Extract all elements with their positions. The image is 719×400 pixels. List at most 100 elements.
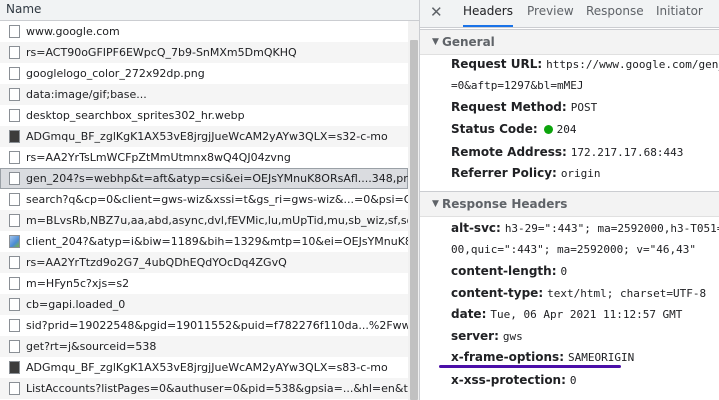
document-icon [9, 109, 20, 122]
collapse-triangle-icon: ▼ [432, 199, 439, 209]
document-icon [9, 340, 20, 353]
request-rows: www.google.com rs=ACT90oGFIPF6EWpcQ_7b9-… [0, 21, 408, 399]
request-name: search?q&cp=0&client=gws-wiz&xssi=t&gs_r… [26, 193, 408, 206]
document-icon [9, 46, 20, 59]
document-icon [9, 382, 20, 395]
x-xss-protection-value: 0 [569, 374, 577, 387]
referrer-policy-key: Referrer Policy: [451, 166, 557, 180]
content-length-row: content-length: 0 [451, 264, 567, 278]
request-name: m=HFyn5c?xjs=s2 [26, 277, 130, 290]
request-details-panel: ✕ Headers Preview Response Initiator ▼ G… [420, 0, 719, 400]
request-name: rs=ACT90oGFIPF6EWpcQ_7b9-SnMXm5DmQKHQ [26, 46, 297, 59]
request-method-row: Request Method: POST [451, 100, 597, 114]
status-code-value: 204 [556, 123, 577, 136]
general-section-title: General [442, 35, 495, 49]
x-frame-options-value: SAMEORIGIN [568, 351, 635, 364]
x-frame-options-key: x-frame-options: [451, 350, 564, 364]
alt-svc-continued: 00,quic=":443"; ma=2592000; v="46,43" [451, 243, 697, 256]
request-method-key: Request Method: [451, 100, 567, 114]
tab-initiator[interactable]: Initiator [656, 0, 703, 27]
request-name: rs=AA2YrTtzd9o2G7_4ubQDhEQdYOcDq4ZGvQ [26, 256, 287, 269]
response-headers-section-title: Response Headers [442, 197, 568, 211]
request-row[interactable]: www.google.com [0, 21, 408, 42]
document-icon [9, 193, 20, 206]
annotation-underline [439, 365, 621, 368]
document-icon [9, 319, 20, 332]
request-name: rs=AA2YrTsLmWCFpZtMmUtmnx8wQ4QJ04zvng [26, 151, 291, 164]
document-icon [9, 88, 20, 101]
remote-address-row: Remote Address: 172.217.17.68:443 [451, 145, 683, 159]
date-key: date: [451, 307, 487, 321]
request-row[interactable]: m=HFyn5c?xjs=s2 [0, 273, 408, 294]
request-name: cb=gapi.loaded_0 [26, 298, 126, 311]
alt-svc-row: alt-svc: h3-29=":443"; ma=2592000,h3-T051… [451, 221, 719, 235]
request-row[interactable]: sid?prid=19022548&pgid=19011552&puid=f78… [0, 315, 408, 336]
request-name: desktop_searchbox_sprites302_hr.webp [26, 109, 245, 122]
request-row[interactable]: cb=gapi.loaded_0 [0, 294, 408, 315]
document-icon [9, 67, 20, 80]
scrollbar-thumb[interactable] [410, 40, 418, 400]
tab-response[interactable]: Response [586, 0, 644, 27]
content-type-row: content-type: text/html; charset=UTF-8 [451, 286, 706, 300]
general-section-header[interactable]: ▼ General [420, 29, 719, 55]
document-icon [9, 25, 20, 38]
request-url-row: Request URL:https://www.google.com/gen_2… [451, 57, 719, 71]
request-row[interactable]: rs=AA2YrTtzd9o2G7_4ubQDhEQdYOcDq4ZGvQ [0, 252, 408, 273]
request-name: ADGmqu_BF_zglKgK1AX53vE8jrgjJueWcAM2yAYw… [26, 361, 388, 374]
request-row[interactable]: get?rt=j&sourceid=538 [0, 336, 408, 357]
document-icon [9, 214, 20, 227]
request-row[interactable]: ADGmqu_BF_zglKgK1AX53vE8jrgjJueWcAM2yAYw… [0, 126, 408, 147]
request-row[interactable]: googlelogo_color_272x92dp.png [0, 63, 408, 84]
name-column-label: Name [6, 2, 42, 16]
request-row[interactable]: rs=ACT90oGFIPF6EWpcQ_7b9-SnMXm5DmQKHQ [0, 42, 408, 63]
status-success-dot-icon [543, 125, 553, 134]
request-name: ADGmqu_BF_zglKgK1AX53vE8jrgjJueWcAM2yAYw… [26, 130, 388, 143]
request-name: googlelogo_color_272x92dp.png [26, 67, 205, 80]
request-url-value: https://www.google.com/gen_204 [546, 58, 719, 71]
request-row[interactable]: rs=AA2YrTsLmWCFpZtMmUtmnx8wQ4QJ04zvng [0, 147, 408, 168]
x-frame-options-row: x-frame-options: SAMEORIGIN [451, 350, 634, 364]
response-headers-section-header[interactable]: ▼ Response Headers [420, 191, 719, 217]
image-icon [9, 130, 20, 143]
document-icon [9, 277, 20, 290]
request-name: get?rt=j&sourceid=538 [26, 340, 157, 353]
request-row[interactable]: search?q&cp=0&client=gws-wiz&xssi=t&gs_r… [0, 189, 408, 210]
image-color-icon [9, 235, 20, 248]
request-name: data:image/gif;base... [26, 88, 147, 101]
request-name: www.google.com [26, 25, 120, 38]
referrer-policy-row: Referrer Policy: origin [451, 166, 601, 180]
request-row[interactable]: desktop_searchbox_sprites302_hr.webp [0, 105, 408, 126]
request-row[interactable]: m=BLvsRb,NBZ7u,aa,abd,async,dvl,fEVMic,l… [0, 210, 408, 231]
request-list-panel: Name www.google.com rs=ACT90oGFIPF6EWpcQ… [0, 0, 420, 400]
alt-svc-value: h3-29=":443"; ma=2592000,h3-T051= [504, 222, 719, 235]
document-icon [9, 172, 20, 185]
request-row[interactable]: ListAccounts?listPages=0&authuser=0&pid=… [0, 378, 408, 399]
request-row[interactable]: client_204?&atyp=i&biw=1189&bih=1329&mtp… [0, 231, 408, 252]
remote-address-key: Remote Address: [451, 145, 567, 159]
document-icon [9, 256, 20, 269]
tab-headers[interactable]: Headers [463, 0, 513, 27]
server-value: gws [502, 330, 523, 343]
alt-svc-key: alt-svc: [451, 221, 501, 235]
name-column-header[interactable]: Name [0, 0, 419, 21]
request-name: ListAccounts?listPages=0&authuser=0&pid=… [26, 382, 408, 395]
request-name: m=BLvsRb,NBZ7u,aa,abd,async,dvl,fEVMic,l… [26, 214, 408, 227]
content-type-value: text/html; charset=UTF-8 [547, 287, 707, 300]
content-length-value: 0 [560, 265, 568, 278]
tab-preview[interactable]: Preview [527, 0, 574, 27]
content-length-key: content-length: [451, 264, 557, 278]
request-name: gen_204?s=webhp&t=aft&atyp=csi&ei=OEJsYM… [26, 172, 408, 185]
referrer-policy-value: origin [560, 167, 601, 180]
date-value: Tue, 06 Apr 2021 11:12:57 GMT [490, 308, 683, 321]
status-code-key: Status Code: [451, 122, 538, 136]
x-xss-protection-key: x-xss-protection: [451, 373, 566, 387]
document-icon [9, 151, 20, 164]
details-tab-bar: ✕ Headers Preview Response Initiator [420, 0, 719, 28]
request-name: client_204?&atyp=i&biw=1189&bih=1329&mtp… [26, 235, 408, 248]
close-icon[interactable]: ✕ [430, 3, 443, 21]
request-method-value: POST [570, 101, 598, 114]
request-row[interactable]: ADGmqu_BF_zglKgK1AX53vE8jrgjJueWcAM2yAYw… [0, 357, 408, 378]
document-icon [9, 298, 20, 311]
request-row-selected[interactable]: gen_204?s=webhp&t=aft&atyp=csi&ei=OEJsYM… [0, 168, 408, 189]
request-row[interactable]: data:image/gif;base... [0, 84, 408, 105]
